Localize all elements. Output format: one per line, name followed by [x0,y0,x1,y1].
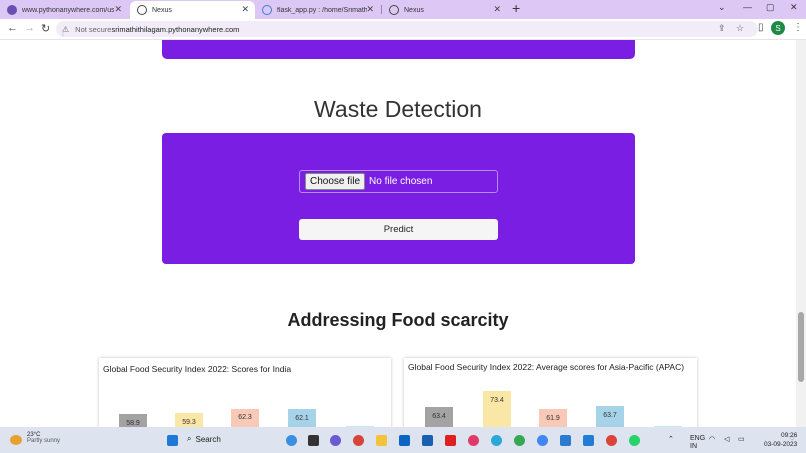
tab-title: Nexus [404,6,424,14]
whatsapp-icon[interactable] [629,435,640,446]
calculator-icon[interactable] [560,435,571,446]
back-icon[interactable]: ← [7,22,18,34]
section-heading: Addressing Food scarcity [287,310,509,330]
windows-start-icon[interactable] [167,435,178,446]
edge-icon[interactable] [491,435,502,446]
youtube-icon[interactable] [445,435,456,446]
maximize-icon[interactable]: ▢ [766,2,775,13]
security-status: Not secure [75,24,112,34]
data-label: 62.3 [238,414,252,422]
tab-pythonanywhere[interactable]: www.pythonanywhere.com/user/s ✕ [0,1,128,19]
partly-sunny-icon [10,435,22,445]
avatar[interactable]: S [771,21,785,35]
file-input[interactable]: Choose file No file chosen [299,170,498,193]
tab-title: flask_app.py : /home/SrimathiThi [277,6,367,14]
chart-card-apac: Global Food Security Index 2022: Average… [404,358,697,427]
sidebar-icon[interactable]: ▯ [758,22,764,33]
menu-icon[interactable]: ⋮ [793,22,803,33]
weather-text: Partly sunny [27,438,61,444]
data-label: 58.9 [126,419,140,427]
forward-icon[interactable]: → [24,22,35,34]
media-icon[interactable] [468,435,479,446]
editor-icon [262,5,272,15]
globe-icon [137,5,147,15]
data-label: 62.1 [295,414,309,422]
chat-icon[interactable] [330,435,341,446]
file-explorer-icon[interactable] [376,435,387,446]
wifi-icon[interactable]: ◠ [709,435,715,443]
chart-plot: 63.473.461.963.751.2 [404,358,697,427]
reload-icon[interactable]: ↻ [41,22,50,35]
browser-toolbar: ← → ↻ ⚠ Not secure | srimathithilagam.py… [0,19,806,40]
vscode-icon[interactable] [583,435,594,446]
tab-nexus-active[interactable]: Nexus ✕ [130,1,255,19]
speaker-icon[interactable]: ◁ [724,435,729,443]
chevron-up-icon[interactable]: ⌃ [668,435,674,443]
store-icon[interactable] [422,435,433,446]
pythonanywhere-icon [7,5,17,15]
url-text: srimathithilagam.pythonanywhere.com [111,24,240,34]
scrollbar-thumb[interactable] [798,312,804,382]
data-label: 73.4 [490,397,504,405]
minimize-icon[interactable]: — [743,2,752,12]
region-label: IN [690,443,697,450]
taskbar: 23°C Partly sunny ⌕ Search ⌃ ENG IN ◠ ◁ ▭… [0,427,806,453]
address-bar[interactable]: ⚠ Not secure | srimathithilagam.pythonan… [56,21,758,37]
chrome-alt-icon[interactable] [606,435,617,446]
game-icon[interactable] [353,435,364,446]
page-title: Waste Detection [314,96,482,122]
notification-icon[interactable]: ◌ [790,435,794,442]
chart-card-india: Global Food Security Index 2022: Scores … [99,358,391,427]
chrome-profile-icon[interactable] [537,435,548,446]
data-label: 63.4 [432,412,446,420]
new-tab-icon[interactable]: + [512,0,520,16]
share-icon[interactable]: ⇪ [718,23,726,34]
language-indicator[interactable]: ENG IN [690,435,705,451]
linkedin-icon[interactable] [399,435,410,446]
bing-icon[interactable] [286,435,297,446]
web-page: Waste Detection Choose file No file chos… [0,40,796,427]
globe-icon [389,5,399,15]
data-label: 63.7 [603,412,617,420]
close-icon[interactable]: ✕ [241,4,249,15]
choose-file-button[interactable]: Choose file [305,173,366,190]
chrome-icon[interactable] [514,435,525,446]
weather-widget[interactable]: 23°C Partly sunny [10,432,61,445]
tab-nexus[interactable]: Nexus ✕ [382,1,507,19]
scrollbar[interactable] [796,40,806,427]
lang-label: ENG [690,435,706,442]
bookmark-star-icon[interactable]: ☆ [736,23,744,34]
task-view-icon[interactable] [308,435,319,446]
close-icon[interactable]: ✕ [493,4,501,15]
close-icon[interactable]: ✕ [366,4,374,15]
top-panel [162,40,635,59]
search-label: Search [195,434,221,444]
tab-strip: www.pythonanywhere.com/user/s ✕ Nexus ✕ … [0,0,806,19]
upload-panel: Choose file No file chosen Predict [162,133,635,264]
tab-search-icon[interactable]: ⌄ [718,2,726,13]
chart-plot: 58.959.362.362.151.2 [99,358,391,427]
search-icon: ⌕ [187,434,192,443]
close-icon[interactable]: ✕ [114,4,122,15]
tab-title: www.pythonanywhere.com/user/s [22,6,114,14]
taskbar-search[interactable]: ⌕ Search [187,434,221,444]
file-status: No file chosen [369,176,433,187]
tab-flask-app[interactable]: flask_app.py : /home/SrimathiThi ✕ [255,1,380,19]
data-label: 61.9 [546,415,560,423]
divider: | [62,28,64,37]
tab-title: Nexus [152,6,172,14]
close-window-icon[interactable]: ✕ [790,2,798,13]
battery-icon[interactable]: ▭ [738,435,745,443]
predict-button[interactable]: Predict [299,219,498,240]
data-label: 59.3 [182,419,196,427]
